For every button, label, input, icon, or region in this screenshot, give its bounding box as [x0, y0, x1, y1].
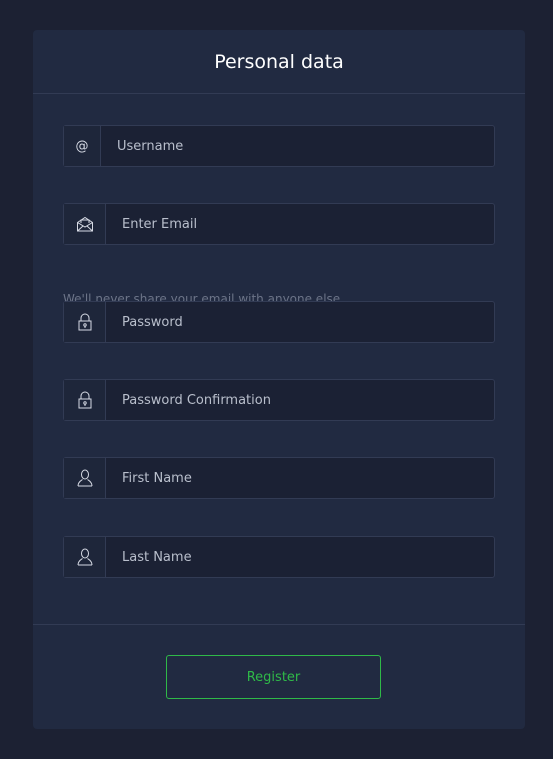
first-name-field-group: [63, 457, 495, 499]
password-confirmation-addon: [64, 380, 106, 420]
last-name-input[interactable]: [106, 537, 494, 577]
username-input[interactable]: [101, 126, 494, 166]
last-name-field-group: [63, 536, 495, 578]
email-field-group: [63, 203, 495, 245]
email-input[interactable]: [106, 204, 494, 244]
password-addon: [64, 302, 106, 342]
first-name-addon: [64, 458, 106, 498]
user-icon: [77, 469, 93, 487]
last-name-addon: [64, 537, 106, 577]
envelope-icon: [76, 215, 94, 233]
lock-icon: [77, 391, 93, 409]
register-button[interactable]: Register: [166, 655, 381, 699]
lock-icon: [77, 313, 93, 331]
password-field-group: [63, 301, 495, 343]
password-confirmation-input[interactable]: [106, 380, 494, 420]
user-icon: [77, 548, 93, 566]
username-field-group: @: [63, 125, 495, 167]
email-addon: [64, 204, 106, 244]
card-header: Personal data: [33, 30, 525, 94]
password-input[interactable]: [106, 302, 494, 342]
at-sign-addon: @: [64, 126, 101, 166]
at-sign-icon: @: [75, 138, 89, 154]
page-title: Personal data: [214, 50, 344, 73]
first-name-input[interactable]: [106, 458, 494, 498]
card-footer: Register: [33, 624, 525, 729]
password-confirmation-field-group: [63, 379, 495, 421]
registration-card: Personal data @ Username Enter Email We'…: [33, 30, 525, 729]
